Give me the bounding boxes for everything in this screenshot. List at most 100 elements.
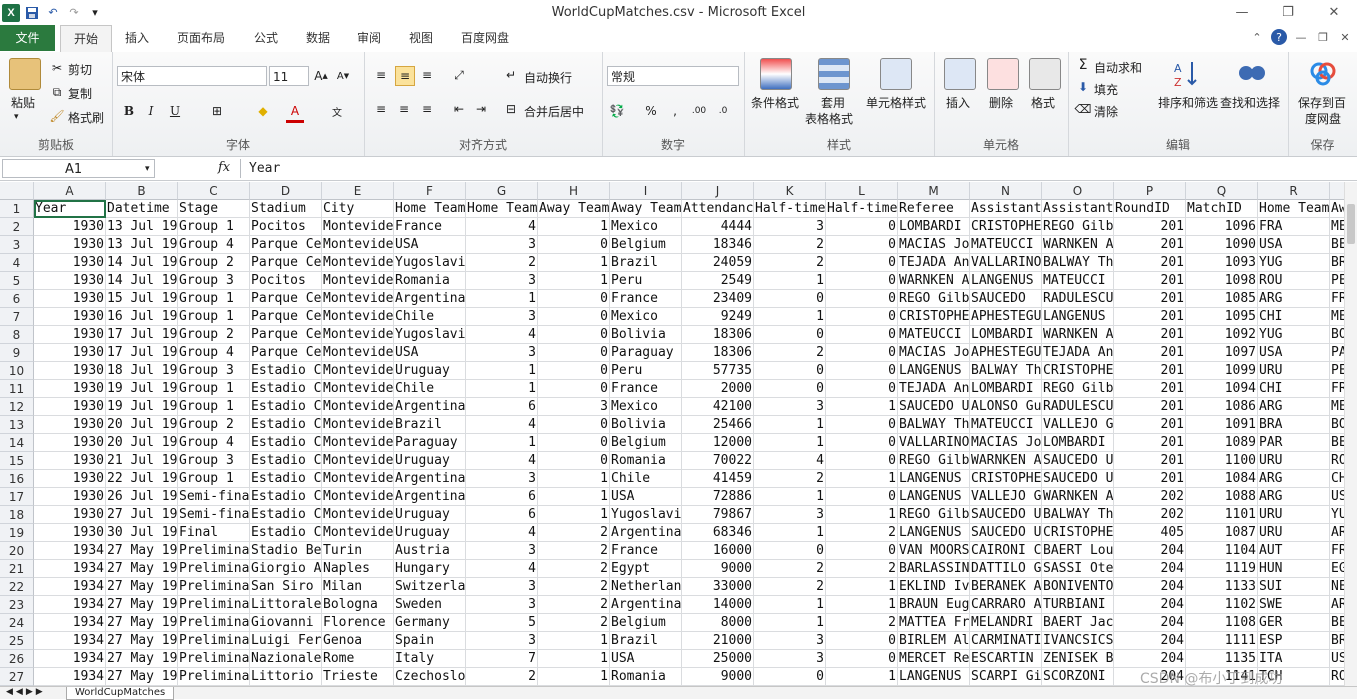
- collapse-ribbon-icon[interactable]: ⌃: [1249, 29, 1265, 45]
- table-cell[interactable]: 2: [466, 668, 538, 686]
- table-cell[interactable]: 13 Jul 19: [106, 218, 178, 236]
- table-cell[interactable]: Montevideo: [322, 470, 394, 488]
- table-cell[interactable]: Prelimina: [178, 578, 250, 596]
- column-header[interactable]: B: [106, 182, 178, 200]
- table-cell[interactable]: 21000: [682, 632, 754, 650]
- increase-indent-icon[interactable]: ⇥: [472, 100, 490, 118]
- table-cell[interactable]: 27 May 19: [106, 668, 178, 686]
- column-header[interactable]: N: [970, 182, 1042, 200]
- table-cell[interactable]: Semi-fina: [178, 488, 250, 506]
- table-cell[interactable]: 0: [826, 650, 898, 668]
- table-cell[interactable]: 201: [1114, 380, 1186, 398]
- formula-input[interactable]: Year: [240, 159, 1355, 178]
- orientation-icon[interactable]: ⤢: [450, 66, 468, 84]
- table-cell[interactable]: BALWAY Th: [898, 416, 970, 434]
- table-cell[interactable]: SAUCEDO U: [970, 506, 1042, 524]
- doc-close-icon[interactable]: ✕: [1337, 29, 1353, 45]
- table-cell[interactable]: 0: [826, 488, 898, 506]
- table-cell[interactable]: SCARPI Gi: [970, 668, 1042, 686]
- table-cell[interactable]: 19 Jul 19: [106, 380, 178, 398]
- table-cell[interactable]: 2: [466, 254, 538, 272]
- table-cell[interactable]: 204: [1114, 596, 1186, 614]
- table-cell[interactable]: Mexico: [610, 218, 682, 236]
- table-cell[interactable]: Belgium: [610, 614, 682, 632]
- table-cell[interactable]: 14 Jul 19: [106, 254, 178, 272]
- table-cell[interactable]: 2: [538, 578, 610, 596]
- table-cell[interactable]: Bolivia: [610, 326, 682, 344]
- table-cell[interactable]: France: [610, 290, 682, 308]
- table-cell[interactable]: Group 1: [178, 398, 250, 416]
- table-cell[interactable]: BALWAY Th: [1042, 254, 1114, 272]
- table-cell[interactable]: TEJADA An: [898, 380, 970, 398]
- table-cell[interactable]: 68346: [682, 524, 754, 542]
- table-cell[interactable]: Giovanni: [250, 614, 322, 632]
- table-cell[interactable]: Montevideo: [322, 488, 394, 506]
- table-cell[interactable]: 2: [826, 614, 898, 632]
- row-header[interactable]: 18: [0, 506, 34, 524]
- table-cell[interactable]: Parque Ce: [250, 236, 322, 254]
- table-cell[interactable]: 1930: [34, 470, 106, 488]
- align-left-icon[interactable]: ≡: [372, 100, 390, 118]
- table-cell[interactable]: HUN: [1258, 560, 1330, 578]
- table-cell[interactable]: 12000: [682, 434, 754, 452]
- table-cell[interactable]: 24059: [682, 254, 754, 272]
- table-cell[interactable]: MACIAS Jo: [970, 434, 1042, 452]
- table-cell[interactable]: 1086: [1186, 398, 1258, 416]
- table-cell[interactable]: CHI: [1258, 380, 1330, 398]
- table-cell[interactable]: 1: [754, 596, 826, 614]
- table-cell[interactable]: 0: [538, 308, 610, 326]
- table-cell[interactable]: 3: [754, 218, 826, 236]
- table-cell[interactable]: 18 Jul 19: [106, 362, 178, 380]
- column-header[interactable]: M: [898, 182, 970, 200]
- table-cell[interactable]: LANGENUS: [898, 470, 970, 488]
- table-cell[interactable]: CRISTOPHE: [970, 218, 1042, 236]
- table-cell[interactable]: Montevideo: [322, 416, 394, 434]
- table-cell[interactable]: Bologna: [322, 596, 394, 614]
- table-cell[interactable]: 202: [1114, 488, 1186, 506]
- tab-page-layout[interactable]: 页面布局: [168, 25, 234, 51]
- table-cell[interactable]: 4: [754, 452, 826, 470]
- table-cell[interactable]: Austria: [394, 542, 466, 560]
- table-cell[interactable]: SAUCEDO: [970, 290, 1042, 308]
- row-header[interactable]: 20: [0, 542, 34, 560]
- table-cell[interactable]: Argentina: [394, 398, 466, 416]
- table-cell[interactable]: LANGENUS: [1042, 308, 1114, 326]
- conditional-format-icon[interactable]: [760, 58, 792, 90]
- format-as-table-button-2[interactable]: 表格格式: [805, 110, 853, 127]
- row-header[interactable]: 7: [0, 308, 34, 326]
- table-cell[interactable]: 21 Jul 19: [106, 452, 178, 470]
- table-cell[interactable]: Florence: [322, 614, 394, 632]
- table-cell[interactable]: Montevideo: [322, 308, 394, 326]
- table-cell[interactable]: 0: [826, 218, 898, 236]
- table-cell[interactable]: ROU: [1258, 272, 1330, 290]
- table-cell[interactable]: Group 1: [178, 290, 250, 308]
- bold-icon[interactable]: B: [120, 102, 138, 120]
- table-cell[interactable]: 0: [826, 344, 898, 362]
- sort-filter-button[interactable]: 排序和筛选: [1158, 94, 1218, 111]
- cell-styles-icon[interactable]: [880, 58, 912, 90]
- table-cell[interactable]: MATEUCCI: [1042, 272, 1114, 290]
- table-cell[interactable]: 1930: [34, 290, 106, 308]
- table-cell[interactable]: 9249: [682, 308, 754, 326]
- find-select-button[interactable]: 查找和选择: [1220, 94, 1280, 111]
- table-cell[interactable]: Parque Ce: [250, 254, 322, 272]
- row-header[interactable]: 8: [0, 326, 34, 344]
- tab-formulas[interactable]: 公式: [244, 25, 288, 51]
- table-cell[interactable]: RADULESCU: [1042, 398, 1114, 416]
- row-header[interactable]: 15: [0, 452, 34, 470]
- table-cell[interactable]: 1: [826, 578, 898, 596]
- table-cell[interactable]: Yugoslavia: [394, 254, 466, 272]
- table-cell[interactable]: 72886: [682, 488, 754, 506]
- row-header[interactable]: 3: [0, 236, 34, 254]
- table-cell[interactable]: Stadio Be: [250, 542, 322, 560]
- shrink-font-icon[interactable]: A ▼: [334, 67, 352, 85]
- table-cell[interactable]: 3: [466, 542, 538, 560]
- sheet-tab-worldcupmatches[interactable]: WorldCupMatches: [66, 687, 175, 700]
- table-cell[interactable]: 0: [754, 362, 826, 380]
- column-header[interactable]: K: [754, 182, 826, 200]
- fill-icon[interactable]: ⬇: [1074, 78, 1092, 96]
- table-cell[interactable]: 0: [754, 668, 826, 686]
- table-cell[interactable]: 20 Jul 19: [106, 416, 178, 434]
- paste-button[interactable]: 粘贴: [11, 94, 35, 111]
- table-cell[interactable]: YUG: [1258, 254, 1330, 272]
